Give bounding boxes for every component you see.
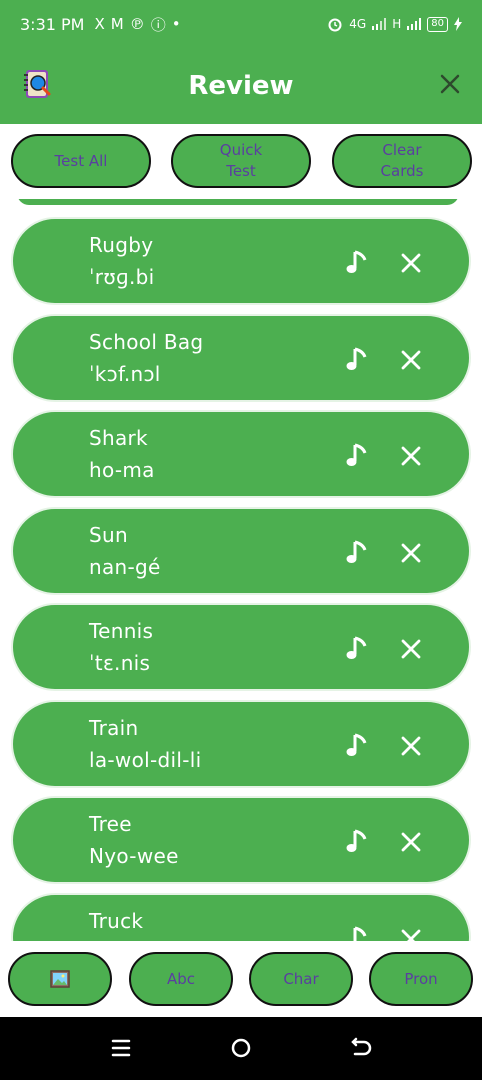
remove-card-icon[interactable] — [399, 637, 423, 661]
card-pronunciation: ˈtɛ.nis — [89, 651, 151, 675]
app-bar: Review — [0, 48, 482, 124]
recent-apps-icon[interactable] — [109, 1036, 133, 1060]
play-audio-icon[interactable] — [343, 635, 371, 663]
notebook-search-icon — [24, 70, 51, 98]
network-type-label-2: H — [392, 17, 402, 31]
card-word: Train — [89, 716, 139, 740]
remove-card-icon[interactable] — [399, 927, 423, 941]
pron-mode-button[interactable]: Pron — [369, 952, 473, 1006]
card-pronunciation: nan-gé — [89, 555, 161, 579]
card-word: School Bag — [89, 330, 204, 354]
list-item[interactable]: School Bag ˈkɔf.nɔl — [11, 314, 471, 402]
alarm-icon — [328, 18, 342, 32]
card-word: Tree — [89, 812, 132, 836]
play-audio-icon[interactable] — [343, 925, 371, 941]
card-pronunciation: ˈkɔf.nɔl — [89, 362, 161, 386]
list-item[interactable]: Truck — [11, 893, 471, 941]
remove-card-icon[interactable] — [399, 541, 423, 565]
card-word: Shark — [89, 426, 148, 450]
x-app-icon: X — [94, 15, 105, 33]
remove-card-icon[interactable] — [399, 444, 423, 468]
list-item[interactable]: Train la-wol-dil-li — [11, 700, 471, 788]
card-word: Sun — [89, 523, 128, 547]
notification-icons: X M ℗ ⓘ • — [94, 14, 180, 35]
test-all-button[interactable]: Test All — [11, 134, 151, 188]
list-item[interactable]: Shark ho-ma — [11, 410, 471, 498]
top-actions: Test All Quick Test Clear Cards — [0, 124, 482, 199]
play-audio-icon[interactable] — [343, 828, 371, 856]
signal-icon-2 — [407, 18, 422, 30]
play-audio-icon[interactable] — [343, 346, 371, 374]
abc-mode-button[interactable]: Abc — [129, 952, 233, 1006]
charging-icon — [454, 17, 462, 31]
home-icon[interactable] — [229, 1036, 253, 1060]
card-pronunciation: la-wol-dil-li — [89, 748, 202, 772]
app-notification-icon: ⓘ — [150, 15, 166, 34]
play-audio-icon[interactable] — [343, 442, 371, 470]
image-mode-button[interactable] — [8, 952, 112, 1006]
clear-cards-button[interactable]: Clear Cards — [332, 134, 472, 188]
char-mode-button[interactable]: Char — [249, 952, 353, 1006]
battery-indicator: 80 — [427, 16, 448, 32]
system-nav-bar — [0, 1017, 482, 1080]
list-item[interactable]: Tree Nyo-wee — [11, 796, 471, 884]
bottom-toolbar: Abc Char Pron — [0, 941, 482, 1017]
card-word: Tennis — [89, 619, 154, 643]
list-item[interactable]: Tennis ˈtɛ.nis — [11, 603, 471, 691]
gmail-icon: M — [110, 15, 124, 33]
remove-card-icon[interactable] — [399, 348, 423, 372]
quick-test-button[interactable]: Quick Test — [171, 134, 311, 188]
card-word: Rugby — [89, 233, 154, 257]
back-icon[interactable] — [349, 1036, 373, 1060]
remove-card-icon[interactable] — [399, 734, 423, 758]
picture-icon — [50, 970, 70, 988]
list-item[interactable]: Rugby ˈrʊɡ.bi — [11, 217, 471, 305]
close-icon[interactable] — [438, 72, 462, 96]
card-pronunciation: Nyo-wee — [89, 844, 179, 868]
card-pronunciation: ˈrʊɡ.bi — [89, 265, 155, 289]
card-list[interactable]: Rugby ˈrʊɡ.bi School Bag ˈkɔf.nɔl Shark ho-ma… — [0, 199, 482, 941]
status-time: 3:31 PM — [20, 14, 85, 34]
list-item[interactable]: Sun nan-gé — [11, 507, 471, 595]
signal-icon — [372, 18, 387, 30]
more-notifications-icon: • — [171, 15, 181, 33]
play-audio-icon[interactable] — [343, 249, 371, 277]
card-word: Truck — [89, 909, 144, 933]
status-right: 4G H 80 — [327, 16, 462, 32]
remove-card-icon[interactable] — [399, 830, 423, 854]
play-audio-icon[interactable] — [343, 732, 371, 760]
list-item-partial — [17, 199, 459, 205]
card-pronunciation: ho-ma — [89, 458, 155, 482]
play-audio-icon[interactable] — [343, 539, 371, 567]
pinterest-icon: ℗ — [129, 15, 145, 33]
network-type-label: 4G — [349, 17, 367, 31]
status-bar: 3:31 PM X M ℗ ⓘ • 4G H 80 — [0, 0, 482, 48]
remove-card-icon[interactable] — [399, 251, 423, 275]
page-title: Review — [188, 71, 294, 101]
